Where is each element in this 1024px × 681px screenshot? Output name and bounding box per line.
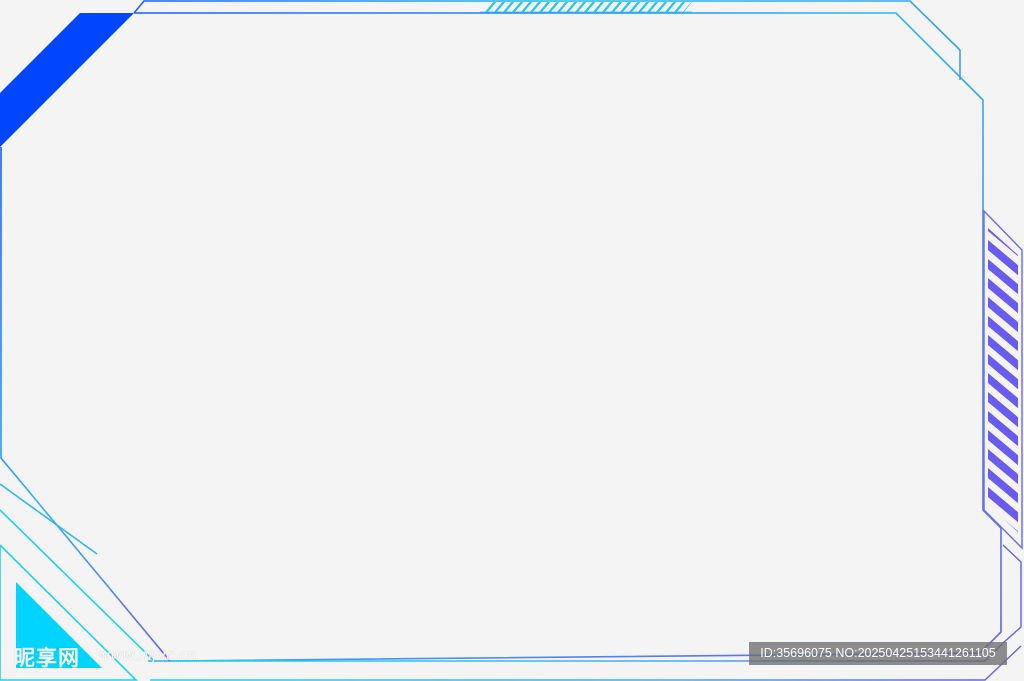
corner-band-shape (0, 13, 134, 147)
stripe-pattern-icon (988, 228, 1018, 532)
frame-stage: 昵享网 www.nipic.cn ID:35696075 NO:20250425… (0, 0, 1024, 681)
main-frame-line (134, 12, 1002, 662)
left-accent-line-1 (0, 483, 98, 555)
left-frame-line (0, 147, 171, 662)
tech-border-frame (0, 0, 1023, 681)
watermark-url: www.nipic.cn (98, 646, 197, 664)
stripe-pattern-icon (480, 2, 692, 12)
watermark-logo: 昵享网 (14, 646, 80, 670)
id-badge: ID:35696075 NO:20250425153441261105 (749, 642, 1007, 665)
